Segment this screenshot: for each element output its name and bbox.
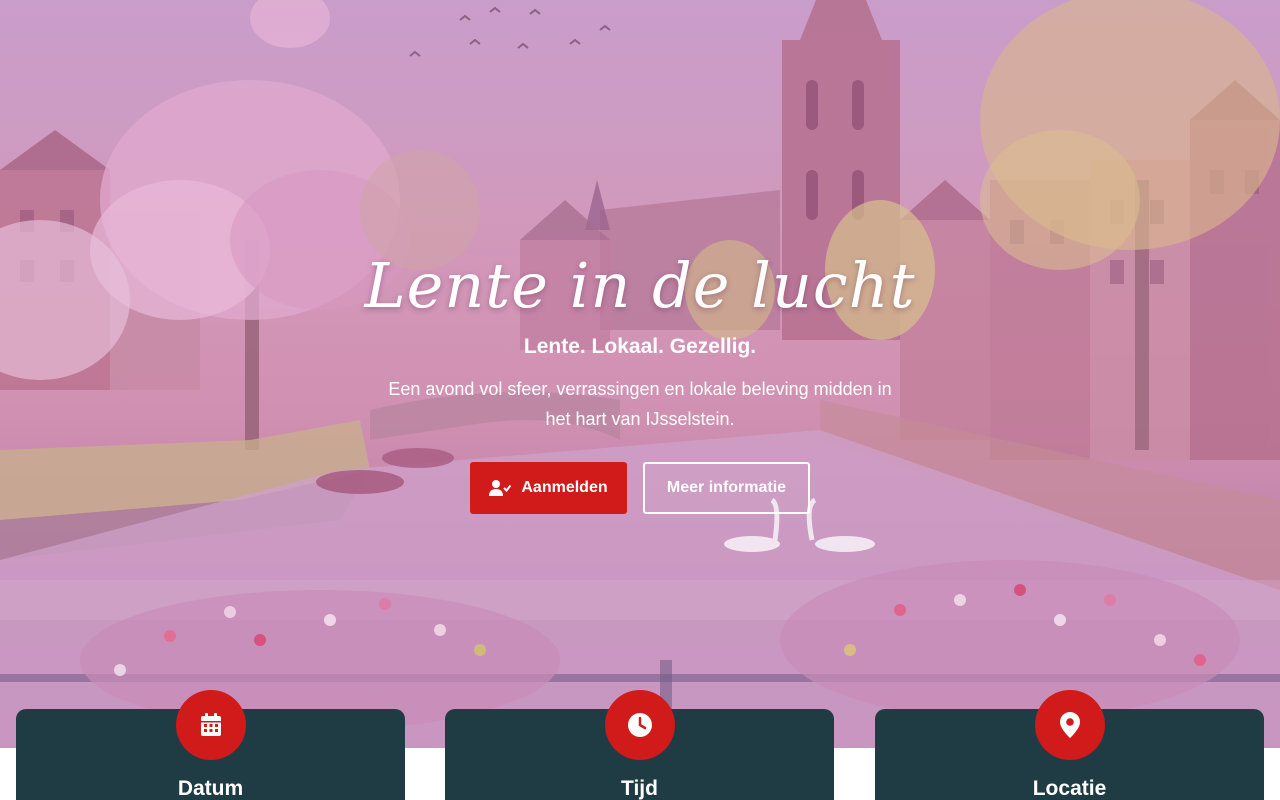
card-locatie: Locatie [875, 690, 1264, 800]
card-datum: Datum [16, 690, 405, 800]
hero-section: Lente in de lucht Lente. Lokaal. Gezelli… [0, 0, 1280, 748]
user-check-icon [489, 480, 512, 496]
card-label: Tijd [621, 777, 658, 800]
hero-subtitle: Lente. Lokaal. Gezellig. [523, 335, 757, 358]
info-cards: Datum Tijd Locatie [0, 690, 1280, 800]
hero-title: Lente in de lucht [364, 249, 916, 322]
calendar-icon [175, 690, 246, 760]
more-info-button-label: Meer informatie [666, 479, 787, 496]
card-tijd: Tijd [445, 690, 834, 800]
card-label: Locatie [1032, 777, 1107, 800]
register-button[interactable]: Aanmelden [470, 462, 627, 514]
more-info-button[interactable]: Meer informatie [643, 462, 810, 514]
hero-description: Een avond vol sfeer, verrassingen en lok… [388, 379, 892, 429]
hero-content: Lente in de lucht Lente. Lokaal. Gezelli… [0, 240, 1280, 514]
hero-buttons: Aanmelden Meer informatie [0, 462, 1280, 514]
register-button-label: Aanmelden [521, 479, 608, 496]
location-pin-icon [1034, 690, 1105, 760]
card-label: Datum [177, 777, 244, 800]
clock-icon [604, 690, 675, 760]
